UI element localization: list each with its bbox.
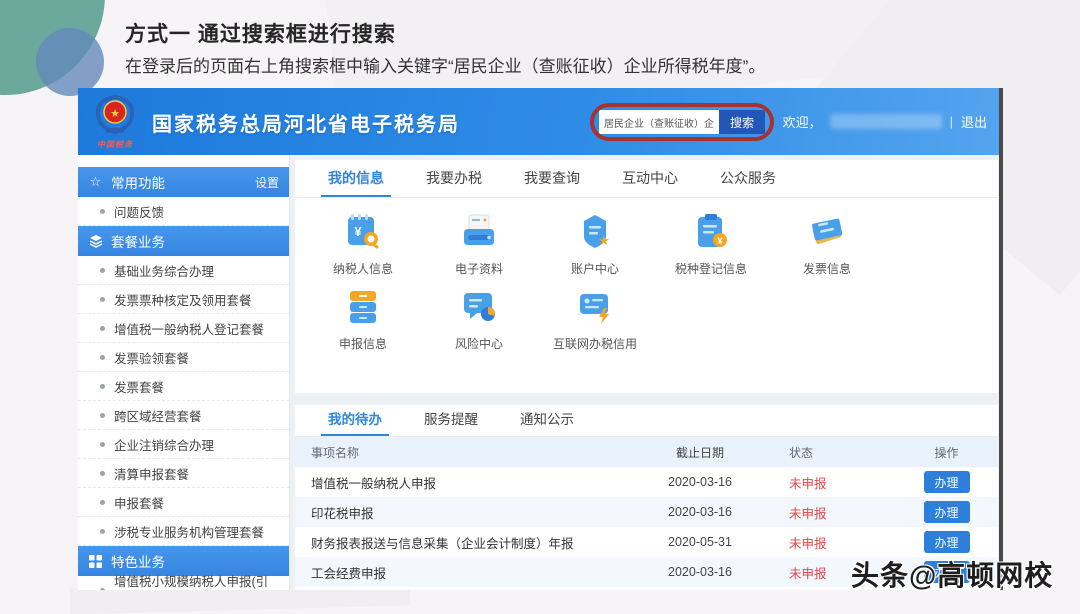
bullet-icon bbox=[100, 208, 105, 214]
svg-text:¥: ¥ bbox=[717, 236, 722, 246]
bullet-icon bbox=[100, 528, 105, 534]
main-tabbar: 我的信息 我要办税 我要查询 互动中心 公众服务 bbox=[295, 160, 998, 198]
decor-teal-circle bbox=[0, 0, 105, 95]
sidebar-item-basic-business[interactable]: 基础业务综合办理 bbox=[78, 256, 289, 285]
bullet-icon bbox=[100, 412, 105, 418]
status-badge: 未申报 bbox=[789, 536, 827, 551]
header-divider: | bbox=[949, 114, 953, 129]
stack-icon bbox=[88, 234, 103, 249]
todo-tabbar: 我的待办 服务提醒 通知公示 bbox=[295, 405, 998, 437]
sidebar-item-feedback[interactable]: 问题反馈 bbox=[78, 197, 289, 226]
bullet-icon bbox=[100, 383, 105, 389]
entry-taxpayer-info[interactable]: ¥ 纳税人信息 bbox=[305, 210, 421, 277]
bullet-icon bbox=[100, 499, 105, 505]
sidebar-item-vat-general-taxpayer[interactable]: 增值税一般纳税人登记套餐 bbox=[78, 314, 289, 343]
tab-interaction-center[interactable]: 互动中心 bbox=[601, 159, 699, 197]
table-row: 增值税一般纳税人申报 2020-03-16 未申报 办理 bbox=[295, 467, 998, 497]
entry-internet-tax-credit[interactable]: 互联网办税信用 bbox=[537, 285, 653, 352]
bullet-icon bbox=[100, 325, 105, 331]
tab-inquiry[interactable]: 我要查询 bbox=[503, 159, 601, 197]
bullet-icon bbox=[100, 441, 105, 447]
entry-invoice-info[interactable]: 发票信息 bbox=[769, 210, 885, 277]
tab-my-info[interactable]: 我的信息 bbox=[307, 159, 405, 197]
emblem-icon: ★ bbox=[95, 94, 135, 135]
sidebar-item-invoice-type[interactable]: 发票票种核定及领用套餐 bbox=[78, 285, 289, 314]
star-icon: ☆ bbox=[89, 174, 102, 189]
tab-public-service[interactable]: 公众服务 bbox=[699, 159, 797, 197]
slide-title: 方式一 通过搜索框进行搜索 bbox=[125, 23, 396, 46]
search-highlight-annotation: 搜索 bbox=[590, 103, 774, 141]
tax-bureau-emblem: ★ 中国税务 bbox=[88, 92, 142, 150]
entry-tax-registration-info[interactable]: ¥ 税种登记信息 bbox=[653, 210, 769, 277]
handle-button[interactable]: 办理 bbox=[923, 501, 970, 523]
tab-notice[interactable]: 通知公示 bbox=[499, 404, 595, 436]
sidebar-item-liquidation[interactable]: 清算申报套餐 bbox=[78, 459, 289, 488]
emblem-caption: 中国税务 bbox=[97, 140, 133, 149]
handle-button[interactable]: 办理 bbox=[923, 531, 970, 553]
printer-icon bbox=[457, 210, 501, 254]
sidebar-item-small-scale-vat[interactable]: 增值税小规模纳税人申报(引导式) bbox=[78, 575, 289, 590]
search-input[interactable] bbox=[599, 110, 719, 134]
bullet-icon bbox=[100, 267, 105, 273]
entry-risk-center[interactable]: 风险中心 bbox=[421, 285, 537, 352]
svg-text:¥: ¥ bbox=[354, 224, 362, 239]
tab-service-reminder[interactable]: 服务提醒 bbox=[403, 404, 499, 436]
sidebar-section-package-services[interactable]: 套餐业务 bbox=[78, 226, 289, 256]
bullet-icon bbox=[100, 587, 105, 590]
sidebar-item-deregistration[interactable]: 企业注销综合办理 bbox=[78, 430, 289, 459]
credit-card-lightning-icon bbox=[573, 285, 617, 329]
sidebar-item-invoice-collection[interactable]: 发票验领套餐 bbox=[78, 343, 289, 372]
svg-text:★: ★ bbox=[598, 233, 610, 248]
sidebar-item-cross-region[interactable]: 跨区域经营套餐 bbox=[78, 401, 289, 430]
site-header: ★ 中国税务 国家税务总局河北省电子税务局 搜索 欢迎， | 退出 bbox=[78, 88, 999, 155]
entry-account-center[interactable]: ★ 账户中心 bbox=[537, 210, 653, 277]
entry-electronic-documents[interactable]: 电子资料 bbox=[421, 210, 537, 277]
table-header-row: 事项名称 截止日期 状态 操作 bbox=[295, 437, 998, 467]
clipboard-coin-icon: ¥ bbox=[689, 210, 733, 254]
bullet-icon bbox=[100, 354, 105, 360]
sidebar-section-label: 特色业务 bbox=[111, 555, 165, 570]
site-title: 国家税务总局河北省电子税务局 bbox=[152, 114, 460, 136]
status-badge: 未申报 bbox=[789, 476, 827, 491]
table-row: 印花税申报 2020-03-16 未申报 办理 bbox=[295, 497, 998, 527]
username-blurred bbox=[829, 114, 942, 129]
watermark: 头条@高顿网校 bbox=[851, 560, 1054, 591]
sidebar-item-tax-service-agency[interactable]: 涉税专业服务机构管理套餐 bbox=[78, 517, 289, 546]
tickets-icon bbox=[805, 210, 849, 254]
sidebar-section-common-functions[interactable]: ☆ 常用功能 设置 bbox=[78, 167, 289, 197]
sidebar-section-label: 常用功能 bbox=[111, 176, 165, 191]
drawers-icon bbox=[341, 285, 385, 329]
tab-my-todo[interactable]: 我的待办 bbox=[307, 404, 403, 436]
sidebar-section-label: 套餐业务 bbox=[111, 235, 165, 250]
sidebar-item-invoice-package[interactable]: 发票套餐 bbox=[78, 372, 289, 401]
svg-text:★: ★ bbox=[110, 108, 120, 120]
bullet-icon bbox=[100, 470, 105, 476]
slide-subtitle: 在登录后的页面右上角搜索框中输入关键字“居民企业（查账征收）企业所得税年度”。 bbox=[125, 57, 766, 76]
entry-declaration-info[interactable]: 申报信息 bbox=[305, 285, 421, 352]
settings-link[interactable]: 设置 bbox=[255, 174, 279, 191]
handle-button[interactable]: 办理 bbox=[923, 471, 970, 493]
tab-tax-handling[interactable]: 我要办税 bbox=[405, 159, 503, 197]
status-badge: 未申报 bbox=[789, 506, 827, 521]
grid-icon bbox=[88, 554, 103, 569]
bullet-icon bbox=[100, 296, 105, 302]
risk-bubble-icon bbox=[457, 285, 501, 329]
decor-blue-circle bbox=[36, 28, 104, 96]
sidebar: ☆ 常用功能 设置 问题反馈 套餐业务 基础业务综合办理 发票票种核定及领用套餐… bbox=[78, 155, 290, 590]
quick-entry-grid: ¥ 纳税人信息 电子资料 ★ 账户中心 ¥ 税种登记信息 发票信息 申报信息 风… bbox=[295, 198, 998, 360]
badge-star-icon: ★ bbox=[573, 210, 617, 254]
search-button[interactable]: 搜索 bbox=[719, 110, 765, 134]
sidebar-item-declaration-package[interactable]: 申报套餐 bbox=[78, 488, 289, 517]
info-panel: 我的信息 我要办税 我要查询 互动中心 公众服务 ¥ 纳税人信息 电子资料 ★ … bbox=[295, 160, 998, 393]
logout-link[interactable]: 退出 bbox=[961, 112, 987, 131]
welcome-label: 欢迎， bbox=[782, 115, 822, 130]
taxpayer-info-icon: ¥ bbox=[341, 210, 385, 254]
table-row: 财务报表报送与信息采集（企业会计制度）年报 2020-05-31 未申报 办理 bbox=[295, 527, 998, 557]
tax-site-screenshot: ★ 中国税务 国家税务总局河北省电子税务局 搜索 欢迎， | 退出 ☆ 常用功能… bbox=[78, 88, 1003, 590]
